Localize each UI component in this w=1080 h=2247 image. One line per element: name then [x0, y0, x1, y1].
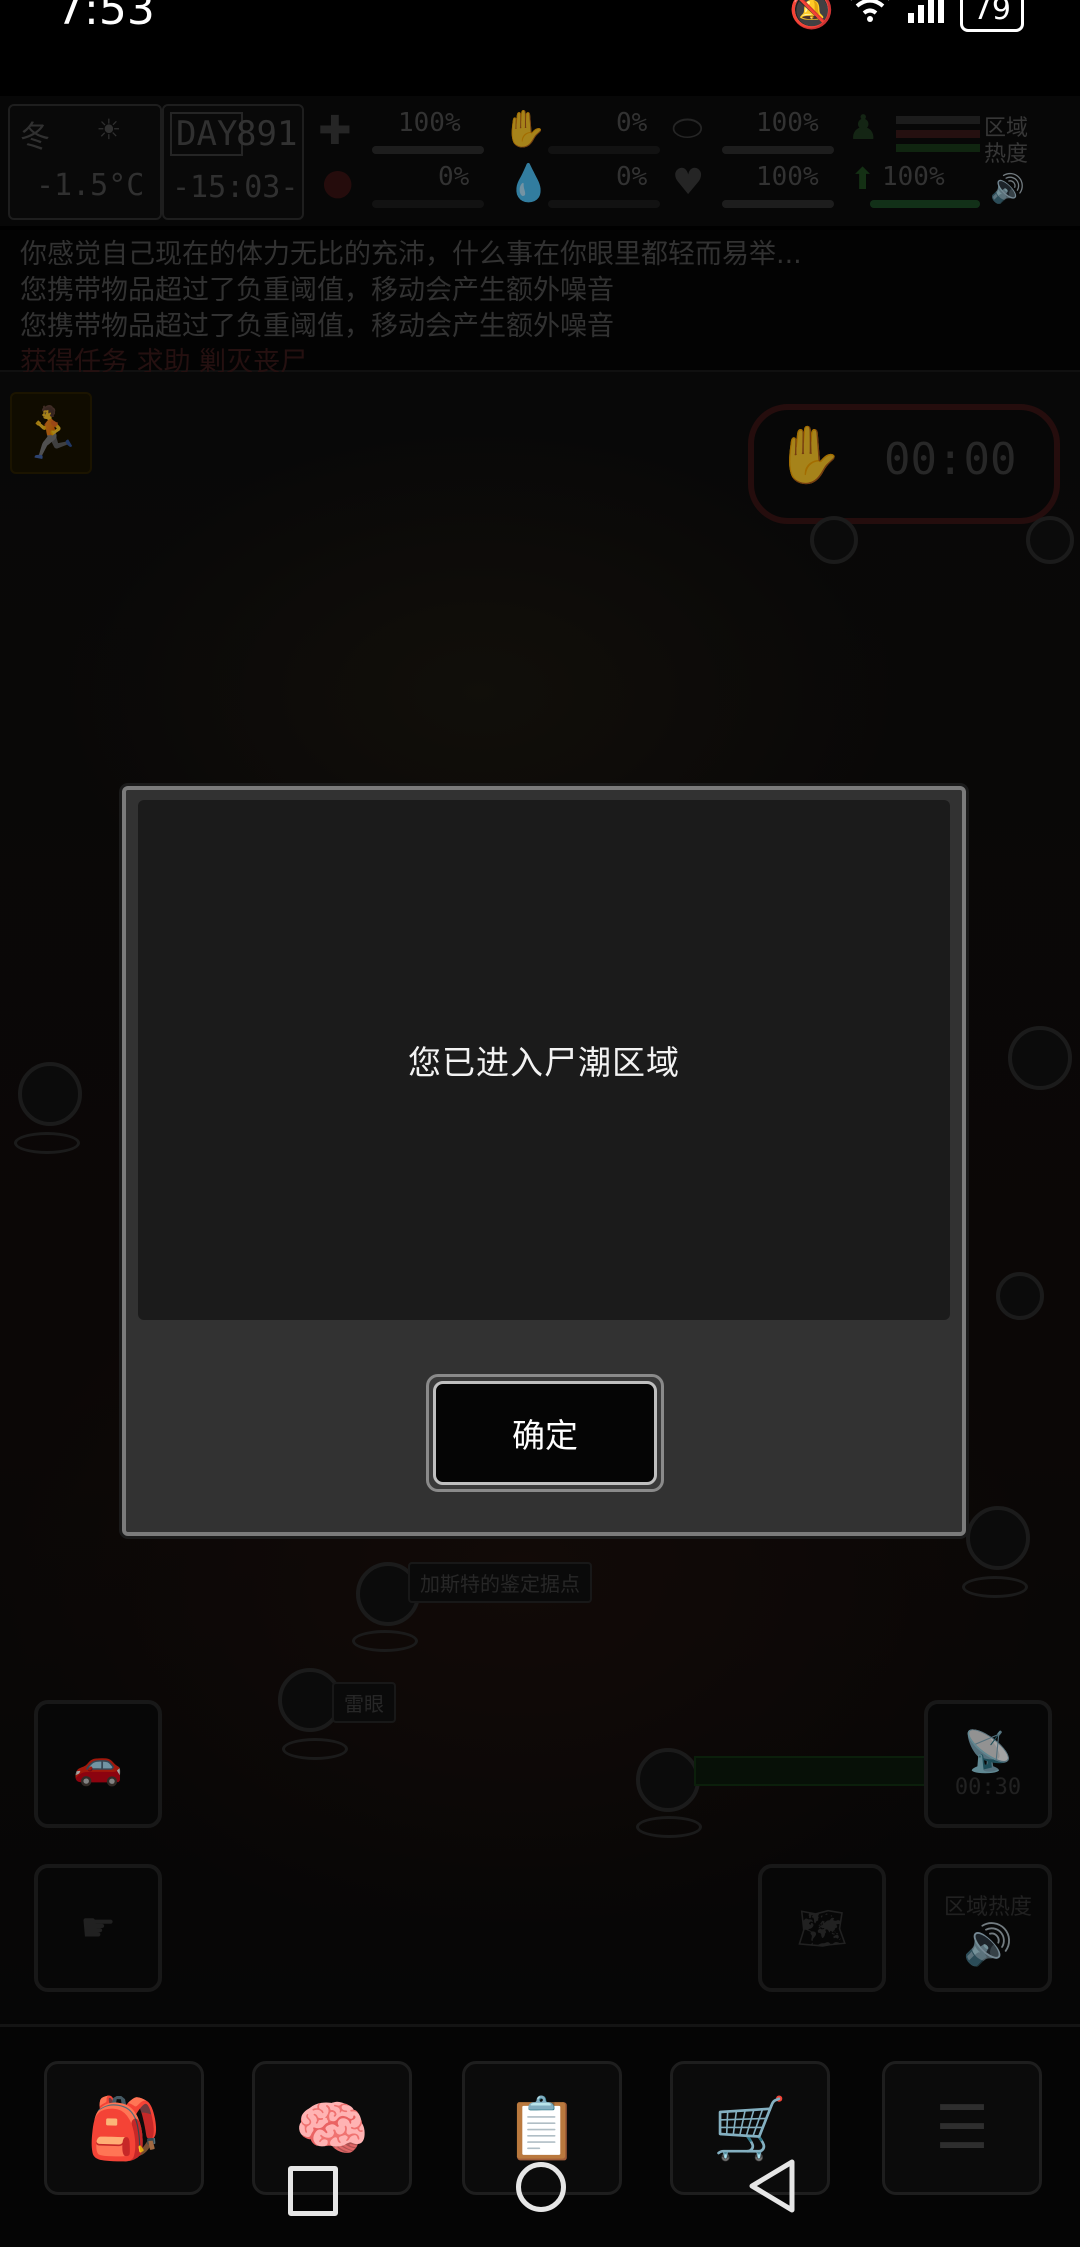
status-icons: 🔕 79	[789, 0, 1024, 32]
system-nav-bar	[0, 2154, 1080, 2224]
battery-icon: 79	[959, 0, 1024, 32]
dialog-content: 您已进入尸潮区域	[138, 800, 950, 1320]
wifi-icon	[848, 0, 892, 32]
alert-dialog: 您已进入尸潮区域 确定	[122, 786, 966, 1536]
bell-muted-icon: 🔕	[788, 0, 834, 31]
dialog-message: 您已进入尸潮区域	[408, 1043, 680, 1082]
signal-icon	[906, 0, 946, 32]
recent-apps-icon[interactable]	[288, 2166, 338, 2216]
confirm-button[interactable]: 确定	[433, 1381, 657, 1485]
status-time: 7:53	[56, 0, 155, 35]
confirm-button-frame: 确定	[426, 1374, 664, 1492]
status-bar: 7:53 🔕 79	[0, 0, 1080, 40]
home-icon[interactable]	[516, 2162, 566, 2212]
